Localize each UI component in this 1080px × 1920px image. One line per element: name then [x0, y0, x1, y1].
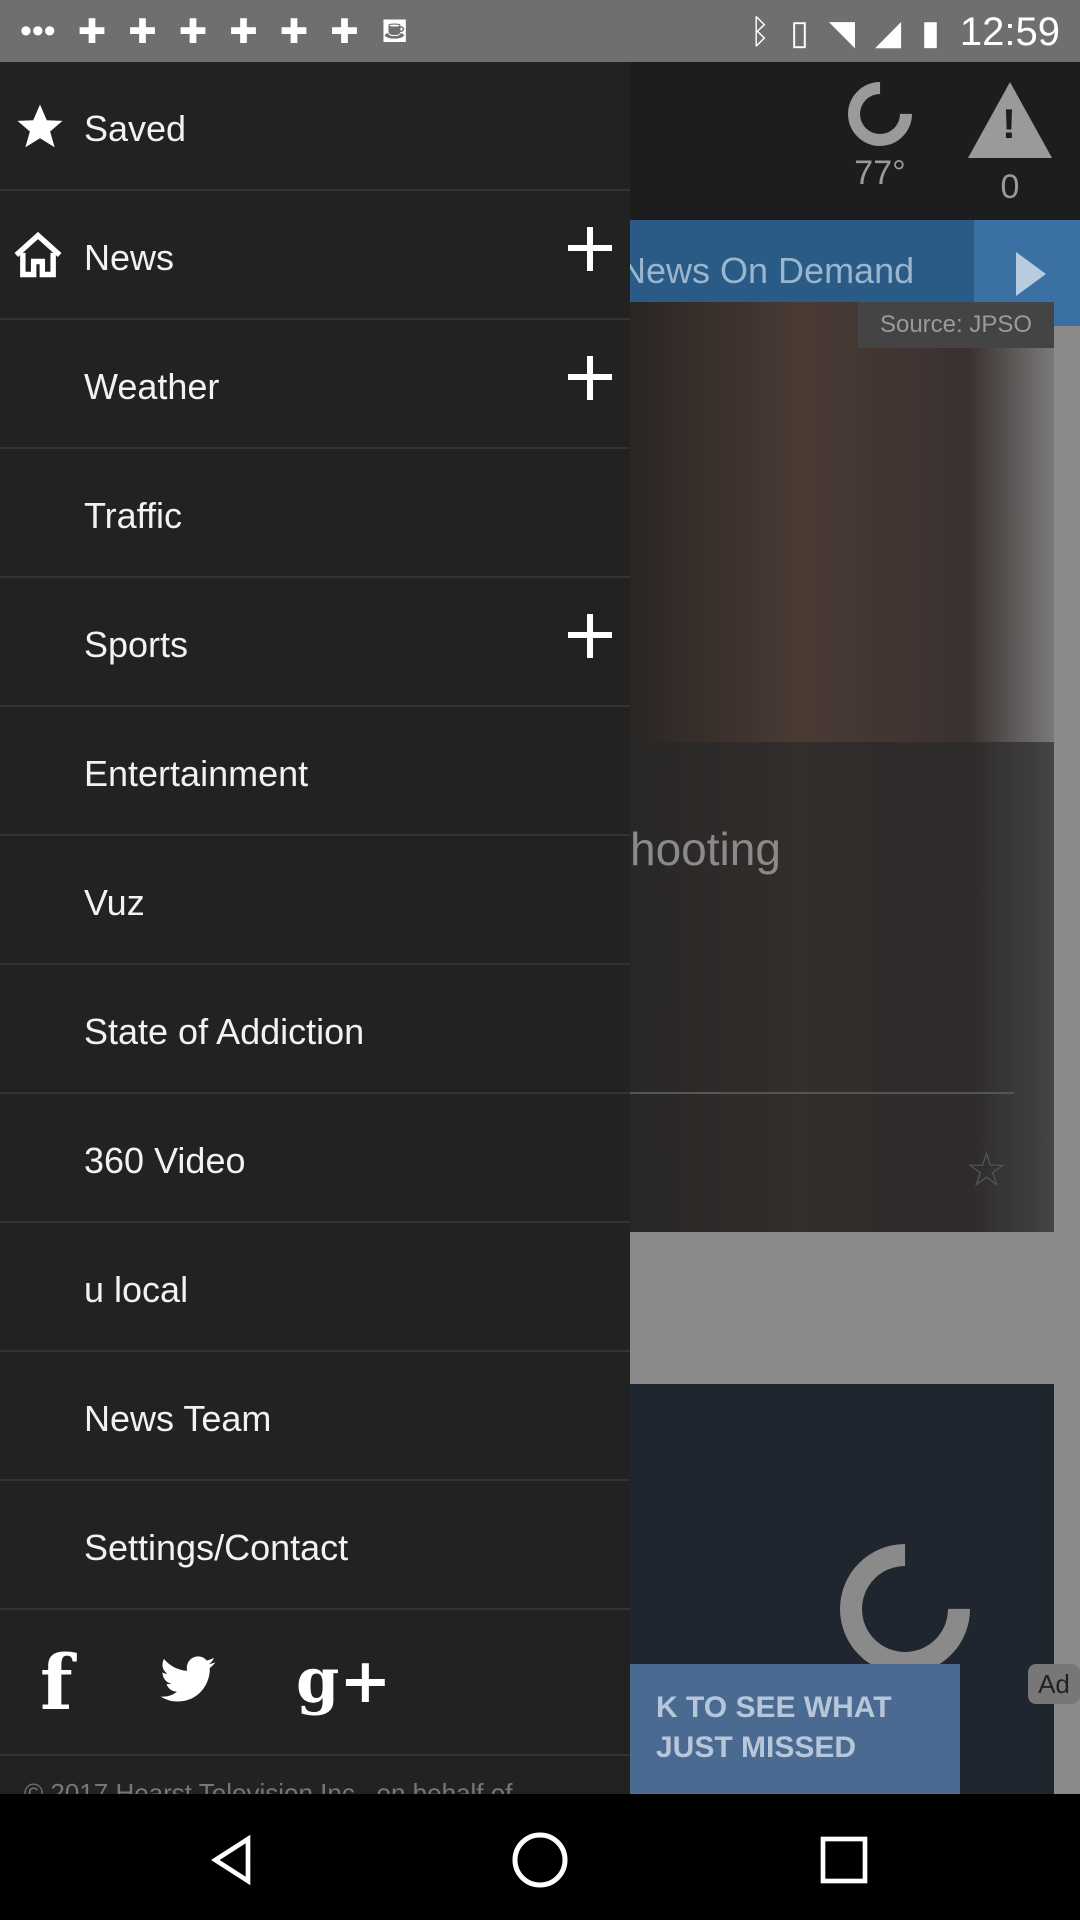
- drawer-item-state-of-addiction[interactable]: State of Addiction: [0, 965, 630, 1094]
- drawer-item-traffic[interactable]: Traffic: [0, 449, 630, 578]
- alert-count: 0: [1000, 168, 1020, 206]
- cross-icon: ✚: [279, 13, 309, 51]
- cross-icon: ✚: [77, 13, 107, 51]
- drawer-item-label: News Team: [84, 1398, 272, 1439]
- notification-icons: ••• ✚ ✚ ✚ ✚ ✚ ✚ ⛾: [20, 12, 409, 56]
- temperature: 77°: [854, 154, 906, 192]
- expand-plus-icon[interactable]: [568, 227, 612, 271]
- drawer-item-weather[interactable]: Weather: [0, 320, 630, 449]
- system-icons: ᛒ ▯ ◥ ◢ ▮ 12:59: [750, 10, 1060, 55]
- cross-icon: ✚: [178, 13, 208, 51]
- weather-widget[interactable]: 77°: [820, 68, 940, 193]
- cross-icon: ✚: [330, 13, 359, 51]
- ad-text-line2: JUST MISSED: [656, 1731, 857, 1764]
- cross-icon: ✚: [229, 13, 258, 51]
- alerts-widget[interactable]: ! 0: [960, 82, 1060, 207]
- home-button[interactable]: [510, 1830, 570, 1890]
- drawer-item-label: u local: [84, 1269, 189, 1310]
- story-card[interactable]: Source: JPSO hooting ☆: [630, 302, 1054, 1232]
- facebook-icon[interactable]: f: [40, 1638, 73, 1727]
- drawer-item-settings-contact[interactable]: Settings/Contact: [0, 1481, 630, 1610]
- drawer-item-label: 360 Video: [84, 1140, 246, 1181]
- signal-icon: ◢: [875, 13, 902, 52]
- drawer-item-vuz[interactable]: Vuz: [0, 836, 630, 965]
- ad-banner[interactable]: K TO SEE WHAT JUST MISSED: [630, 1664, 960, 1794]
- drawer-item-entertainment[interactable]: Entertainment: [0, 707, 630, 836]
- drawer-item-label: Entertainment: [84, 753, 309, 794]
- bluetooth-icon: ᛒ: [749, 13, 771, 51]
- drawer-item-sports[interactable]: Sports: [0, 578, 630, 707]
- cross-icon: ✚: [128, 13, 157, 51]
- recent-apps-button[interactable]: [816, 1832, 872, 1888]
- drawer-item-saved[interactable]: Saved: [0, 62, 630, 191]
- twitter-icon[interactable]: [158, 1656, 218, 1706]
- social-links: f g+: [0, 1610, 630, 1756]
- drawer-item-label: State of Addiction: [84, 1011, 365, 1052]
- star-icon: [17, 104, 63, 148]
- story-headline: hooting: [630, 823, 781, 875]
- expand-plus-icon[interactable]: [568, 614, 612, 658]
- status-bar: ••• ✚ ✚ ✚ ✚ ✚ ✚ ⛾ ᛒ ▯ ◥ ◢ ▮ 12:59: [0, 0, 1080, 62]
- drawer-item-label: Sports: [84, 624, 189, 665]
- drawer-item-label: Vuz: [84, 882, 145, 923]
- drawer-item-label: Traffic: [84, 495, 183, 536]
- expand-plus-icon[interactable]: [568, 356, 612, 400]
- home-icon: [14, 231, 62, 278]
- navigation-drawer: Saved News Weather Traffic Sports Entert…: [0, 62, 630, 1808]
- save-star-icon[interactable]: ☆: [965, 1142, 1008, 1198]
- drawer-item-news[interactable]: News: [0, 191, 630, 320]
- drawer-item-360-video[interactable]: 360 Video: [0, 1094, 630, 1223]
- card-divider: [630, 1092, 1014, 1094]
- moon-icon: [834, 68, 926, 160]
- drawer-item-label: News: [84, 237, 175, 278]
- more-icon: •••: [20, 12, 56, 50]
- bookmark-icon: ⛾: [380, 12, 409, 50]
- photo-source: Source: JPSO: [858, 302, 1054, 348]
- drawer-item-u-local[interactable]: u local: [0, 1223, 630, 1352]
- drawer-item-news-team[interactable]: News Team: [0, 1352, 630, 1481]
- vibrate-icon: ▯: [790, 13, 809, 52]
- back-button[interactable]: [206, 1832, 262, 1888]
- wifi-icon: ◥: [828, 13, 856, 52]
- clock: 12:59: [959, 10, 1060, 54]
- system-nav-bar: [0, 1794, 1080, 1920]
- news-on-demand-label: News On Demand: [620, 250, 915, 291]
- drawer-item-label: Saved: [84, 108, 187, 149]
- alert-icon: !: [968, 82, 1052, 158]
- google-plus-icon[interactable]: g+: [296, 1644, 391, 1717]
- drawer-item-label: Weather: [84, 366, 220, 407]
- ad-tag: Ad: [1028, 1664, 1080, 1704]
- drawer-item-label: Settings/Contact: [84, 1527, 349, 1568]
- ad-text-line1: K TO SEE WHAT: [656, 1691, 892, 1724]
- battery-icon: ▮: [921, 13, 940, 52]
